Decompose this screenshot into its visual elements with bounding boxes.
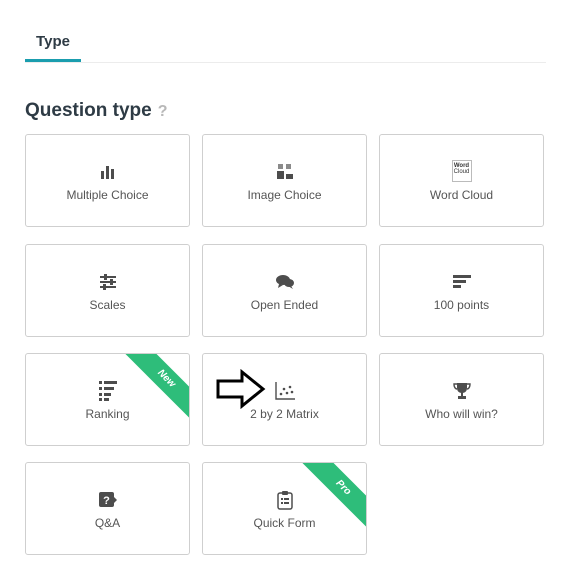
ranking-icon xyxy=(26,381,189,401)
card-label: Scales xyxy=(89,298,126,312)
card-label: Image Choice xyxy=(247,188,322,202)
card-label: Who will win? xyxy=(425,407,498,421)
tab-bar: Type xyxy=(25,0,546,63)
image-choice-icon xyxy=(203,162,366,182)
card-label: Word Cloud xyxy=(429,188,494,202)
card-label: Multiple Choice xyxy=(66,188,149,202)
card-label: Ranking xyxy=(85,407,130,421)
horizontal-bars-icon xyxy=(380,272,543,292)
question-bubble-icon: ? xyxy=(26,490,189,510)
tab-type-label: Type xyxy=(36,33,70,50)
card-ranking[interactable]: New Ranking xyxy=(25,353,190,446)
trophy-icon xyxy=(380,381,543,401)
clipboard-icon xyxy=(203,490,366,510)
word-cloud-icon-text-2: Cloud xyxy=(453,169,470,175)
card-label: 2 by 2 Matrix xyxy=(250,407,319,421)
card-who-will-win[interactable]: Who will win? xyxy=(379,353,544,446)
sliders-icon xyxy=(26,272,189,292)
card-label: 100 points xyxy=(433,298,490,312)
card-scales[interactable]: Scales xyxy=(25,244,190,337)
svg-text:?: ? xyxy=(103,495,110,507)
card-open-ended[interactable]: Open Ended xyxy=(202,244,367,337)
card-100-points[interactable]: 100 points xyxy=(379,244,544,337)
card-q-and-a[interactable]: ? Q&A xyxy=(25,462,190,555)
card-label: Q&A xyxy=(94,516,121,530)
card-label: Open Ended xyxy=(250,298,319,312)
card-label: Quick Form xyxy=(253,516,316,530)
card-image-choice[interactable]: Image Choice xyxy=(202,134,367,227)
tab-type[interactable]: Type xyxy=(25,30,81,62)
active-tab-indicator xyxy=(25,59,81,62)
pointer-arrow-icon xyxy=(216,369,266,409)
card-word-cloud[interactable]: Word Cloud Word Cloud xyxy=(379,134,544,227)
speech-bubbles-icon xyxy=(203,272,366,292)
card-multiple-choice[interactable]: Multiple Choice xyxy=(25,134,190,227)
section-title: Question type? xyxy=(25,100,167,122)
bar-chart-icon xyxy=(26,162,189,182)
section-title-text: Question type xyxy=(25,100,152,121)
word-cloud-icon: Word Cloud xyxy=(380,160,543,182)
help-icon[interactable]: ? xyxy=(158,103,168,121)
card-quick-form[interactable]: Pro Quick Form xyxy=(202,462,367,555)
